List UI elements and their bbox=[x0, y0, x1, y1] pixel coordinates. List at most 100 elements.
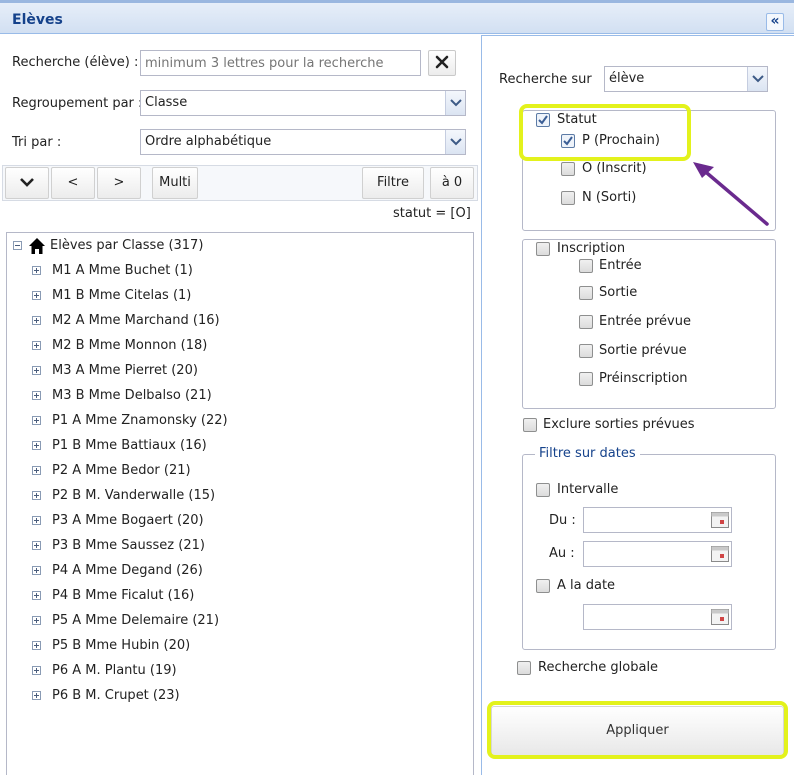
expand-toggle-icon[interactable] bbox=[32, 691, 41, 700]
expand-toggle-icon[interactable] bbox=[32, 316, 41, 325]
tree-root-label: Elèves par Classe (317) bbox=[50, 238, 204, 253]
tree-item-label: P2 A Mme Bedor (21) bbox=[52, 463, 191, 478]
grouping-value: Classe bbox=[145, 95, 188, 110]
inscription-option-checkbox[interactable] bbox=[579, 315, 593, 329]
tree-item-label: P3 B Mme Saussez (21) bbox=[52, 538, 205, 553]
grouping-label: Regroupement par : bbox=[12, 96, 143, 111]
expand-toggle-icon[interactable] bbox=[32, 541, 41, 550]
sort-select[interactable]: Ordre alphabétique bbox=[140, 129, 466, 155]
tree-item-label: P6 B M. Crupet (23) bbox=[52, 688, 180, 703]
home-icon bbox=[29, 238, 45, 254]
from-label: Du : bbox=[549, 513, 576, 528]
at-date-input[interactable] bbox=[583, 604, 732, 630]
expand-toggle-icon[interactable] bbox=[32, 591, 41, 600]
expand-toggle-icon[interactable] bbox=[32, 291, 41, 300]
panel-header: Elèves « bbox=[0, 0, 794, 34]
expand-toggle-icon[interactable] bbox=[32, 666, 41, 675]
collapse-button[interactable]: « bbox=[766, 13, 784, 31]
expand-toggle-icon[interactable] bbox=[32, 616, 41, 625]
statut-option-n-label: N (Sorti) bbox=[582, 190, 637, 205]
tree-item-label: P5 B Mme Hubin (20) bbox=[52, 638, 191, 653]
grouping-dropdown-button[interactable] bbox=[445, 91, 465, 115]
search-on-select[interactable]: élève bbox=[604, 66, 768, 92]
multi-button[interactable]: Multi bbox=[152, 167, 198, 199]
interval-checkbox[interactable] bbox=[536, 483, 550, 497]
expand-toggle-icon[interactable] bbox=[32, 441, 41, 450]
panel-title: Elèves bbox=[12, 12, 63, 28]
tree-item-label: P4 B Mme Ficalut (16) bbox=[52, 588, 195, 603]
inscription-option-label: Entrée prévue bbox=[599, 314, 691, 329]
statut-option-o-label: O (Inscrit) bbox=[582, 161, 647, 176]
double-chevron-left-icon: « bbox=[770, 13, 780, 29]
chevron-down-icon bbox=[20, 178, 34, 187]
clear-search-button[interactable] bbox=[428, 50, 456, 76]
from-date-input[interactable] bbox=[583, 507, 732, 533]
search-on-label: Recherche sur bbox=[499, 72, 592, 87]
expand-toggle-icon[interactable] bbox=[32, 491, 41, 500]
chevron-down-icon bbox=[752, 75, 764, 83]
chevron-down-icon bbox=[450, 99, 462, 107]
tree-item-label: P2 B M. Vanderwalle (15) bbox=[52, 488, 216, 503]
search-on-dropdown-button[interactable] bbox=[747, 67, 767, 91]
global-search-label: Recherche globale bbox=[538, 660, 659, 675]
sort-dropdown-button[interactable] bbox=[445, 130, 465, 154]
inscription-option-checkbox[interactable] bbox=[579, 372, 593, 386]
search-label: Recherche (élève) : bbox=[12, 55, 139, 70]
tree-item-label: M3 A Mme Pierret (20) bbox=[52, 363, 198, 378]
tree-item-label: M2 B Mme Monnon (18) bbox=[52, 338, 208, 353]
tree-item-label: M3 B Mme Delbalso (21) bbox=[52, 388, 212, 403]
inscription-option-label: Sortie bbox=[599, 285, 638, 300]
apply-highlight bbox=[487, 701, 788, 759]
status-filter-text: statut = [O] bbox=[393, 206, 471, 221]
chevron-down-icon bbox=[450, 138, 462, 146]
class-tree: Elèves par Classe (317) M1 A Mme Buchet … bbox=[6, 232, 474, 775]
inscription-checkbox[interactable] bbox=[536, 242, 550, 256]
reset-button[interactable]: à 0 bbox=[430, 167, 474, 199]
statut-highlight bbox=[519, 104, 691, 161]
exclude-checkbox[interactable] bbox=[523, 418, 537, 432]
interval-label: Intervalle bbox=[557, 482, 619, 497]
previous-button[interactable]: < bbox=[51, 167, 95, 199]
exclude-label: Exclure sorties prévues bbox=[543, 417, 695, 432]
expand-toggle-icon[interactable] bbox=[32, 341, 41, 350]
calendar-icon[interactable] bbox=[710, 510, 730, 530]
statut-option-o-checkbox[interactable] bbox=[561, 162, 575, 176]
inscription-option-checkbox[interactable] bbox=[579, 286, 593, 300]
expand-toggle-icon[interactable] bbox=[32, 416, 41, 425]
tree-item-label: P4 A Mme Degand (26) bbox=[52, 563, 203, 578]
expand-toggle-icon[interactable] bbox=[32, 641, 41, 650]
tree-item-label: P5 A Mme Delemaire (21) bbox=[52, 613, 220, 628]
filter-button[interactable]: Filtre bbox=[362, 167, 424, 199]
toolbar: < > Multi Filtre à 0 bbox=[2, 165, 478, 201]
search-input[interactable] bbox=[140, 50, 421, 76]
right-panel: Recherche sur élève Statut P (Prochain) … bbox=[481, 35, 794, 775]
calendar-icon[interactable] bbox=[710, 607, 730, 627]
expand-toggle-icon[interactable] bbox=[32, 391, 41, 400]
inscription-option-label: Entrée bbox=[599, 258, 642, 273]
statut-option-n-checkbox[interactable] bbox=[561, 191, 575, 205]
arrow-icon bbox=[693, 162, 769, 226]
tree-item-label: P1 B Mme Battiaux (16) bbox=[52, 438, 207, 453]
tree-item-label: M1 B Mme Citelas (1) bbox=[52, 288, 192, 303]
inscription-option-checkbox[interactable] bbox=[579, 344, 593, 358]
expand-toggle-icon[interactable] bbox=[32, 366, 41, 375]
to-label: Au : bbox=[549, 546, 575, 561]
tree-item-label: M1 A Mme Buchet (1) bbox=[52, 263, 193, 278]
tree-item-label: M2 A Mme Marchand (16) bbox=[52, 313, 220, 328]
collapse-toggle-icon[interactable] bbox=[13, 241, 22, 250]
next-button[interactable]: > bbox=[97, 167, 141, 199]
expand-all-button[interactable] bbox=[5, 167, 49, 199]
sort-label: Tri par : bbox=[12, 135, 62, 150]
inscription-option-checkbox[interactable] bbox=[579, 259, 593, 273]
expand-toggle-icon[interactable] bbox=[32, 566, 41, 575]
expand-toggle-icon[interactable] bbox=[32, 466, 41, 475]
at-date-checkbox[interactable] bbox=[536, 579, 550, 593]
to-date-input[interactable] bbox=[583, 541, 732, 567]
sort-value: Ordre alphabétique bbox=[145, 134, 272, 149]
search-on-value: élève bbox=[609, 71, 645, 86]
global-search-checkbox[interactable] bbox=[517, 661, 531, 675]
expand-toggle-icon[interactable] bbox=[32, 516, 41, 525]
grouping-select[interactable]: Classe bbox=[140, 90, 466, 116]
expand-toggle-icon[interactable] bbox=[32, 266, 41, 275]
calendar-icon[interactable] bbox=[710, 544, 730, 564]
